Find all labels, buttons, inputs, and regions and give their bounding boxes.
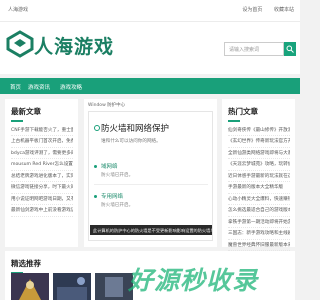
article-panel: Window 防护中心 防火墙和网络保护 谁和什么可以访问你的网络。 域网络 防…	[84, 99, 217, 247]
nav-item-guides[interactable]: 游戏攻略	[60, 83, 82, 91]
article-title: 防火墙和网络保护	[93, 124, 170, 134]
search-button[interactable]	[284, 42, 296, 56]
top-bar: 人海游戏 设为首页 收藏本站	[0, 0, 300, 22]
brand-header: 人海游戏 请输入搜索词	[0, 22, 300, 74]
article-card: 防火墙和网络保护 谁和什么可以访问你的网络。 域网络 防火墙已开启。 专用网络 …	[88, 111, 213, 241]
top-links: 设为首页 收藏本站	[232, 6, 294, 13]
brand-name[interactable]: 人海游戏	[34, 32, 114, 59]
list-item[interactable]: 用小说证明网吧游戏日期，又有一个好...	[11, 194, 73, 205]
private-network-status: 防火墙已开启。	[101, 203, 134, 208]
list-item[interactable]: 手游最新的版本大全精华版	[228, 182, 290, 194]
list-item[interactable]: 近日体感手游最新的玩法就在这里了	[228, 171, 290, 182]
logo-icon[interactable]	[6, 30, 34, 58]
hot-articles-title: 热门文章	[222, 99, 295, 122]
list-item[interactable]: mousum Red River怎么设置中文...	[11, 159, 73, 171]
game-art-icon	[53, 273, 91, 300]
list-item[interactable]: 拿铁手游第一期活动即将开始游戏公告	[228, 217, 290, 228]
divider	[94, 184, 208, 185]
latest-articles-title: 最新文章	[5, 99, 78, 122]
list-item[interactable]: CNF手游下载能否火了，重士面具的...	[11, 125, 73, 136]
list-item[interactable]: bdyca游戏评测了，需要更多的资源...	[11, 148, 73, 159]
private-network-link[interactable]: 专用网络	[101, 192, 123, 200]
nav-item-home[interactable]: 首页	[10, 83, 21, 91]
list-item[interactable]: 仙剑奇侠传《最山修传》开放测试开启了	[228, 125, 290, 136]
set-homepage-link[interactable]: 设为首页	[242, 7, 262, 13]
tooltip: 此计算机的防护中心的防火墙是不受更新影响影响设置的防火墙与其他系统防护已启用。	[90, 225, 212, 235]
bookmark-link[interactable]: 收藏本站	[274, 7, 294, 13]
latest-articles-panel: 最新文章 CNF手游下载能否火了，重士面具的... 上古机器平板门首次开启，免费…	[5, 99, 78, 247]
list-item[interactable]: 《天涯云梦城苑》攻略，玩转仙侠世界	[228, 159, 290, 171]
list-item[interactable]: 三国志：新手游戏攻略和主线剧情	[228, 228, 290, 240]
list-item[interactable]: 怎么挑选最适合自己的游戏版本	[228, 205, 290, 217]
breadcrumb: Window 防护中心	[88, 103, 126, 108]
nav-item-news[interactable]: 游戏资讯	[28, 83, 50, 91]
list-item[interactable]: 全新仙游类网络游戏即将与大家见面了	[228, 148, 290, 159]
featured-thumbnail[interactable]	[11, 273, 49, 300]
list-item[interactable]: 魔兽世界经典怀旧服最新版本来了	[228, 240, 290, 251]
list-item[interactable]: 上古机器平板门首次开启，免费体验...	[11, 136, 73, 148]
domain-network-status: 防火墙已开启。	[101, 173, 134, 178]
list-item[interactable]: 最新仙剑游戏中上前没看游戏该怎么...	[11, 205, 73, 217]
domain-network-link[interactable]: 域网络	[101, 162, 118, 170]
game-art-icon	[11, 273, 49, 300]
article-desc: 谁和什么可以访问你的网络。	[101, 139, 161, 144]
site-name-small[interactable]: 人海游戏	[8, 6, 28, 13]
list-item[interactable]: 心动小精灵大全爆料，快速赚钱攻略	[228, 194, 290, 205]
list-item[interactable]: 《玄幻世界》传奇新玩法官方开启	[228, 136, 290, 148]
hot-articles-panel: 热门文章 仙剑奇侠传《最山修传》开放测试开启了 《玄幻世界》传奇新玩法官方开启 …	[222, 99, 295, 251]
domain-network-icon	[94, 165, 97, 168]
list-item[interactable]: 微信游戏链接分享，时下最火的游戏...	[11, 182, 73, 194]
watermark: 好源秒收录	[128, 266, 259, 295]
search-icon	[286, 45, 294, 53]
list-item[interactable]: 总结老牌游戏进化版本了，实际现在...	[11, 171, 73, 182]
search-input[interactable]: 请输入搜索词	[224, 42, 284, 56]
main-nav: 首页 游戏资讯 游戏攻略	[0, 78, 300, 94]
featured-thumbnail[interactable]	[53, 273, 91, 300]
private-network-icon	[94, 195, 97, 198]
